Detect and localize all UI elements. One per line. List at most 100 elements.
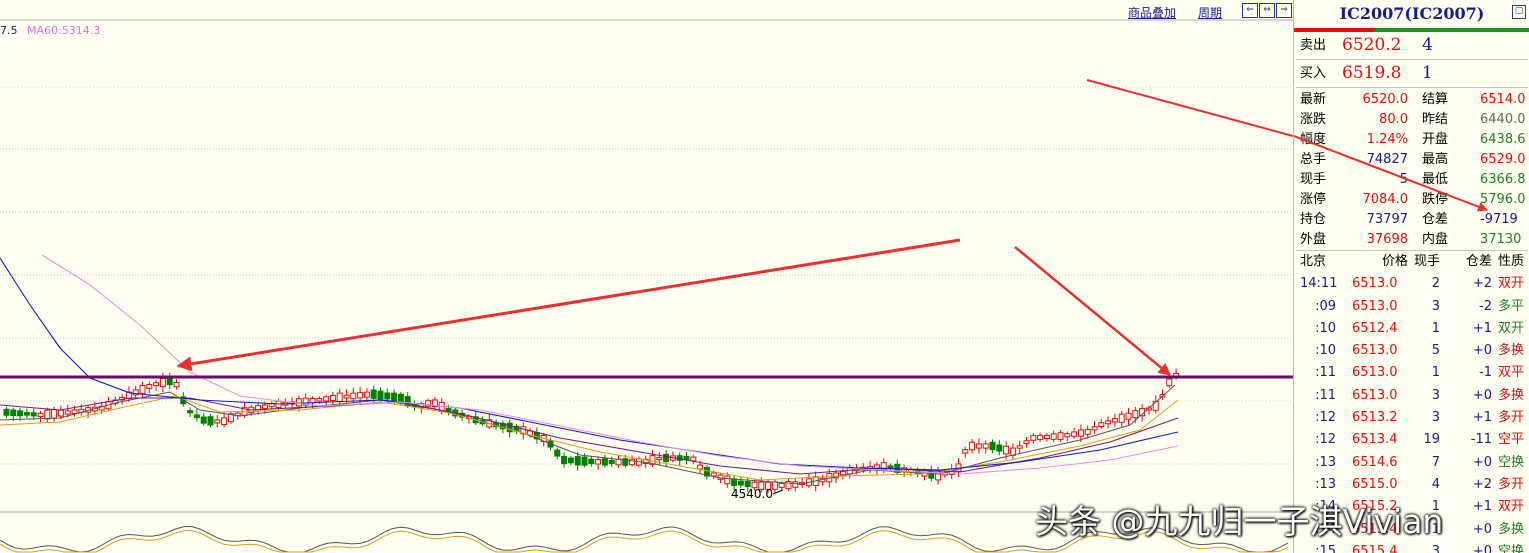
candle-down (377, 390, 384, 400)
tick-nature: 多换 (1498, 521, 1525, 537)
stat-value: 6438.6 (1480, 132, 1526, 147)
ma-legend: 7.5 MA60:5314.3 (0, 24, 100, 37)
candle-down (567, 457, 574, 464)
nav-both-button[interactable]: ⇔ (1259, 3, 1275, 18)
tick-price: 6513.0 (1352, 298, 1398, 314)
candle-up (350, 392, 357, 400)
tick-row[interactable]: :11 6513.0 1 -1 双平 (1294, 362, 1529, 384)
tick-price: 6515.0 (1352, 476, 1398, 492)
tick-time: :11 (1315, 365, 1336, 381)
stat-row: 幅度 1.24% 开盘 6438.6 (1294, 130, 1529, 150)
tick-nature: 多换 (1498, 387, 1525, 403)
tick-nature: 多开 (1498, 410, 1525, 426)
ma-legend-prev-value: 7.5 (0, 24, 18, 37)
candle-up (982, 443, 989, 449)
tick-time: :12 (1315, 410, 1336, 426)
candle-down (554, 449, 561, 457)
candle-up (1043, 435, 1050, 440)
overlay-commodity-link[interactable]: 商品叠加 (1128, 4, 1176, 21)
candle-up (690, 456, 697, 462)
candle-up (778, 482, 785, 488)
candle-up (1098, 422, 1105, 428)
tick-nature: 双开 (1498, 499, 1525, 515)
tick-time: :10 (1315, 343, 1336, 359)
candle-down (200, 416, 207, 424)
tick-nature: 空换 (1498, 543, 1525, 553)
stat-row: 涨跌 80.0 昨结 6440.0 (1294, 110, 1529, 130)
stat-label: 最新 (1300, 92, 1327, 107)
candle-up (173, 381, 180, 388)
panel-toggle-icon[interactable]: ▢ (1512, 5, 1526, 19)
tick-row[interactable]: :09 6513.0 3 -2 多平 (1294, 296, 1529, 318)
candle-up (1132, 410, 1139, 419)
ask-row: 卖出 6520.2 4 (1294, 32, 1529, 59)
ask-volume: 4 (1422, 35, 1433, 55)
candle-up (51, 408, 58, 419)
low-price-label: 4540.0 (731, 487, 773, 501)
candle-down (30, 412, 37, 417)
candle-up (1091, 426, 1098, 431)
stat-label: 外盘 (1300, 232, 1327, 247)
tick-row[interactable]: :11 6513.0 3 +0 多换 (1294, 385, 1529, 407)
chart-nav-buttons: ⇐ ⇔ ⇒ (1242, 3, 1292, 18)
tick-row[interactable]: :10 6513.0 5 +0 多换 (1294, 340, 1529, 362)
candle-up (1030, 435, 1037, 441)
tick-oi-change: -2 (1479, 298, 1492, 314)
stat-value: 74827 (1366, 152, 1408, 167)
tick-nature: 空换 (1498, 454, 1525, 470)
nav-left-button[interactable]: ⇐ (1242, 3, 1258, 18)
nav-right-button[interactable]: ⇒ (1276, 3, 1292, 18)
tick-volume: 3 (1431, 387, 1440, 403)
stat-label: 开盘 (1422, 132, 1449, 147)
tick-row[interactable]: 14:11 6513.0 2 +2 双开 (1294, 273, 1529, 295)
candle-up (1003, 445, 1010, 455)
tick-oi-change: +2 (1472, 476, 1492, 492)
candle-up (724, 475, 731, 485)
candle-down (10, 409, 17, 417)
tick-price: 6513.0 (1352, 276, 1398, 292)
tick-oi-change: -11 (1470, 432, 1492, 448)
stat-value: 1.24% (1366, 132, 1408, 147)
stat-value: 6529.0 (1480, 152, 1526, 167)
ask-label: 卖出 (1300, 38, 1327, 53)
tick-nature: 双开 (1498, 276, 1525, 292)
candle-up (1016, 445, 1023, 449)
tick-row[interactable]: :13 6515.0 4 +2 多开 (1294, 474, 1529, 496)
candle-up (1050, 433, 1057, 440)
tick-volume: 3 (1431, 298, 1440, 314)
tick-row[interactable]: :13 6514.6 7 +0 空换 (1294, 452, 1529, 474)
ma60-legend: MA60:5314.3 (27, 24, 101, 37)
kline-chart-area[interactable]: 4540.0 7.5 MA60:5314.3 商品叠加 周期 ⇐ ⇔ ⇒ (0, 0, 1293, 553)
tick-row[interactable]: :12 6513.2 3 +1 多开 (1294, 407, 1529, 429)
candle-down (581, 456, 588, 466)
tick-time: :11 (1315, 387, 1336, 403)
candle-down (391, 392, 398, 402)
watermark-text: 头条 @九九归一子淇Vivian (1035, 502, 1444, 541)
candle-up (139, 384, 146, 394)
tick-price: 6513.0 (1352, 343, 1398, 359)
candle-up (771, 481, 778, 490)
tick-oi-change: -1 (1479, 365, 1492, 381)
tick-row[interactable]: :10 6512.4 1 +1 双开 (1294, 318, 1529, 340)
tick-nature: 多开 (1498, 476, 1525, 492)
candle-up (316, 397, 323, 402)
kline-chart[interactable]: 4540.0 (0, 0, 1293, 553)
tick-volume: 1 (1431, 365, 1440, 381)
tick-time: :10 (1315, 320, 1336, 336)
ask-price: 6520.2 (1342, 35, 1402, 55)
candle-up (37, 412, 44, 417)
period-link[interactable]: 周期 (1198, 4, 1222, 21)
candle-up (1118, 413, 1125, 423)
tick-row[interactable]: :12 6513.4 19 -11 空平 (1294, 429, 1529, 451)
candle-up (343, 394, 350, 399)
candle-down (744, 481, 751, 488)
candle-up (64, 410, 71, 415)
tick-header: 北京 价格 现手 仓差 性质 (1294, 251, 1529, 273)
stat-row: 最新 6520.0 结算 6514.0 (1294, 90, 1529, 110)
candle-up (1077, 429, 1084, 437)
tick-header-oi: 仓差 (1465, 254, 1492, 269)
candle-up (44, 409, 51, 420)
tick-time: :09 (1315, 298, 1336, 314)
bid-price: 6519.8 (1342, 63, 1402, 83)
candle-down (561, 455, 568, 465)
